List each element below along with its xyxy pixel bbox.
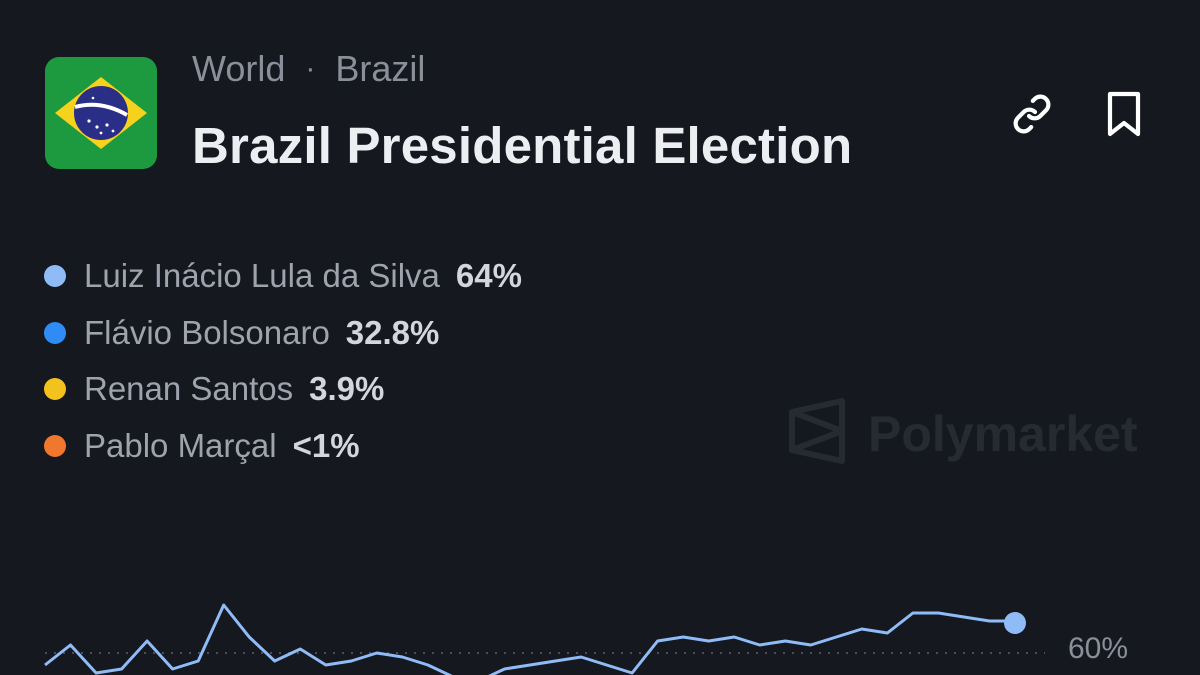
outcome-percent: 3.9%: [309, 370, 385, 408]
breadcrumb: World · Brazil: [192, 48, 425, 90]
outcome-name: Flávio Bolsonaro: [84, 313, 330, 351]
brazil-flag-icon: [45, 57, 157, 169]
outcome-percent: 32.8%: [345, 313, 440, 351]
outcome-name: Renan Santos: [84, 370, 294, 408]
outcome-percent: <1%: [292, 426, 360, 464]
link-icon[interactable]: [1008, 90, 1056, 138]
legend-item[interactable]: Pablo Marçal <1%: [44, 418, 522, 475]
legend-item[interactable]: Luiz Inácio Lula da Silva 64%: [44, 248, 522, 305]
series-color-dot: [44, 434, 66, 457]
polymarket-logo-icon: [788, 398, 846, 469]
y-tick-label: 60%: [1068, 632, 1129, 665]
page-title: Brazil Presidential Election: [192, 117, 853, 174]
legend-item[interactable]: Flávio Bolsonaro 32.8%: [44, 305, 522, 362]
price-chart[interactable]: [0, 580, 1200, 675]
series-line-lula: [44, 603, 1017, 675]
series-color-dot: [44, 378, 66, 401]
series-color-dot: [44, 321, 66, 344]
outcome-name: Luiz Inácio Lula da Silva: [84, 257, 440, 295]
breadcrumb-subcategory[interactable]: Brazil: [335, 48, 425, 90]
outcomes-legend: Luiz Inácio Lula da Silva 64% Flávio Bol…: [44, 248, 522, 474]
breadcrumb-separator: ·: [305, 52, 316, 85]
breadcrumb-category[interactable]: World: [192, 48, 285, 90]
outcome-percent: 64%: [455, 257, 522, 295]
polymarket-watermark: Polymarket: [788, 398, 1138, 469]
series-endpoint-lula: [1004, 612, 1026, 634]
bookmark-icon[interactable]: [1100, 90, 1148, 138]
legend-item[interactable]: Renan Santos 3.9%: [44, 361, 522, 418]
watermark-brand: Polymarket: [868, 405, 1138, 462]
series-color-dot: [44, 265, 66, 288]
outcome-name: Pablo Marçal: [84, 426, 277, 464]
